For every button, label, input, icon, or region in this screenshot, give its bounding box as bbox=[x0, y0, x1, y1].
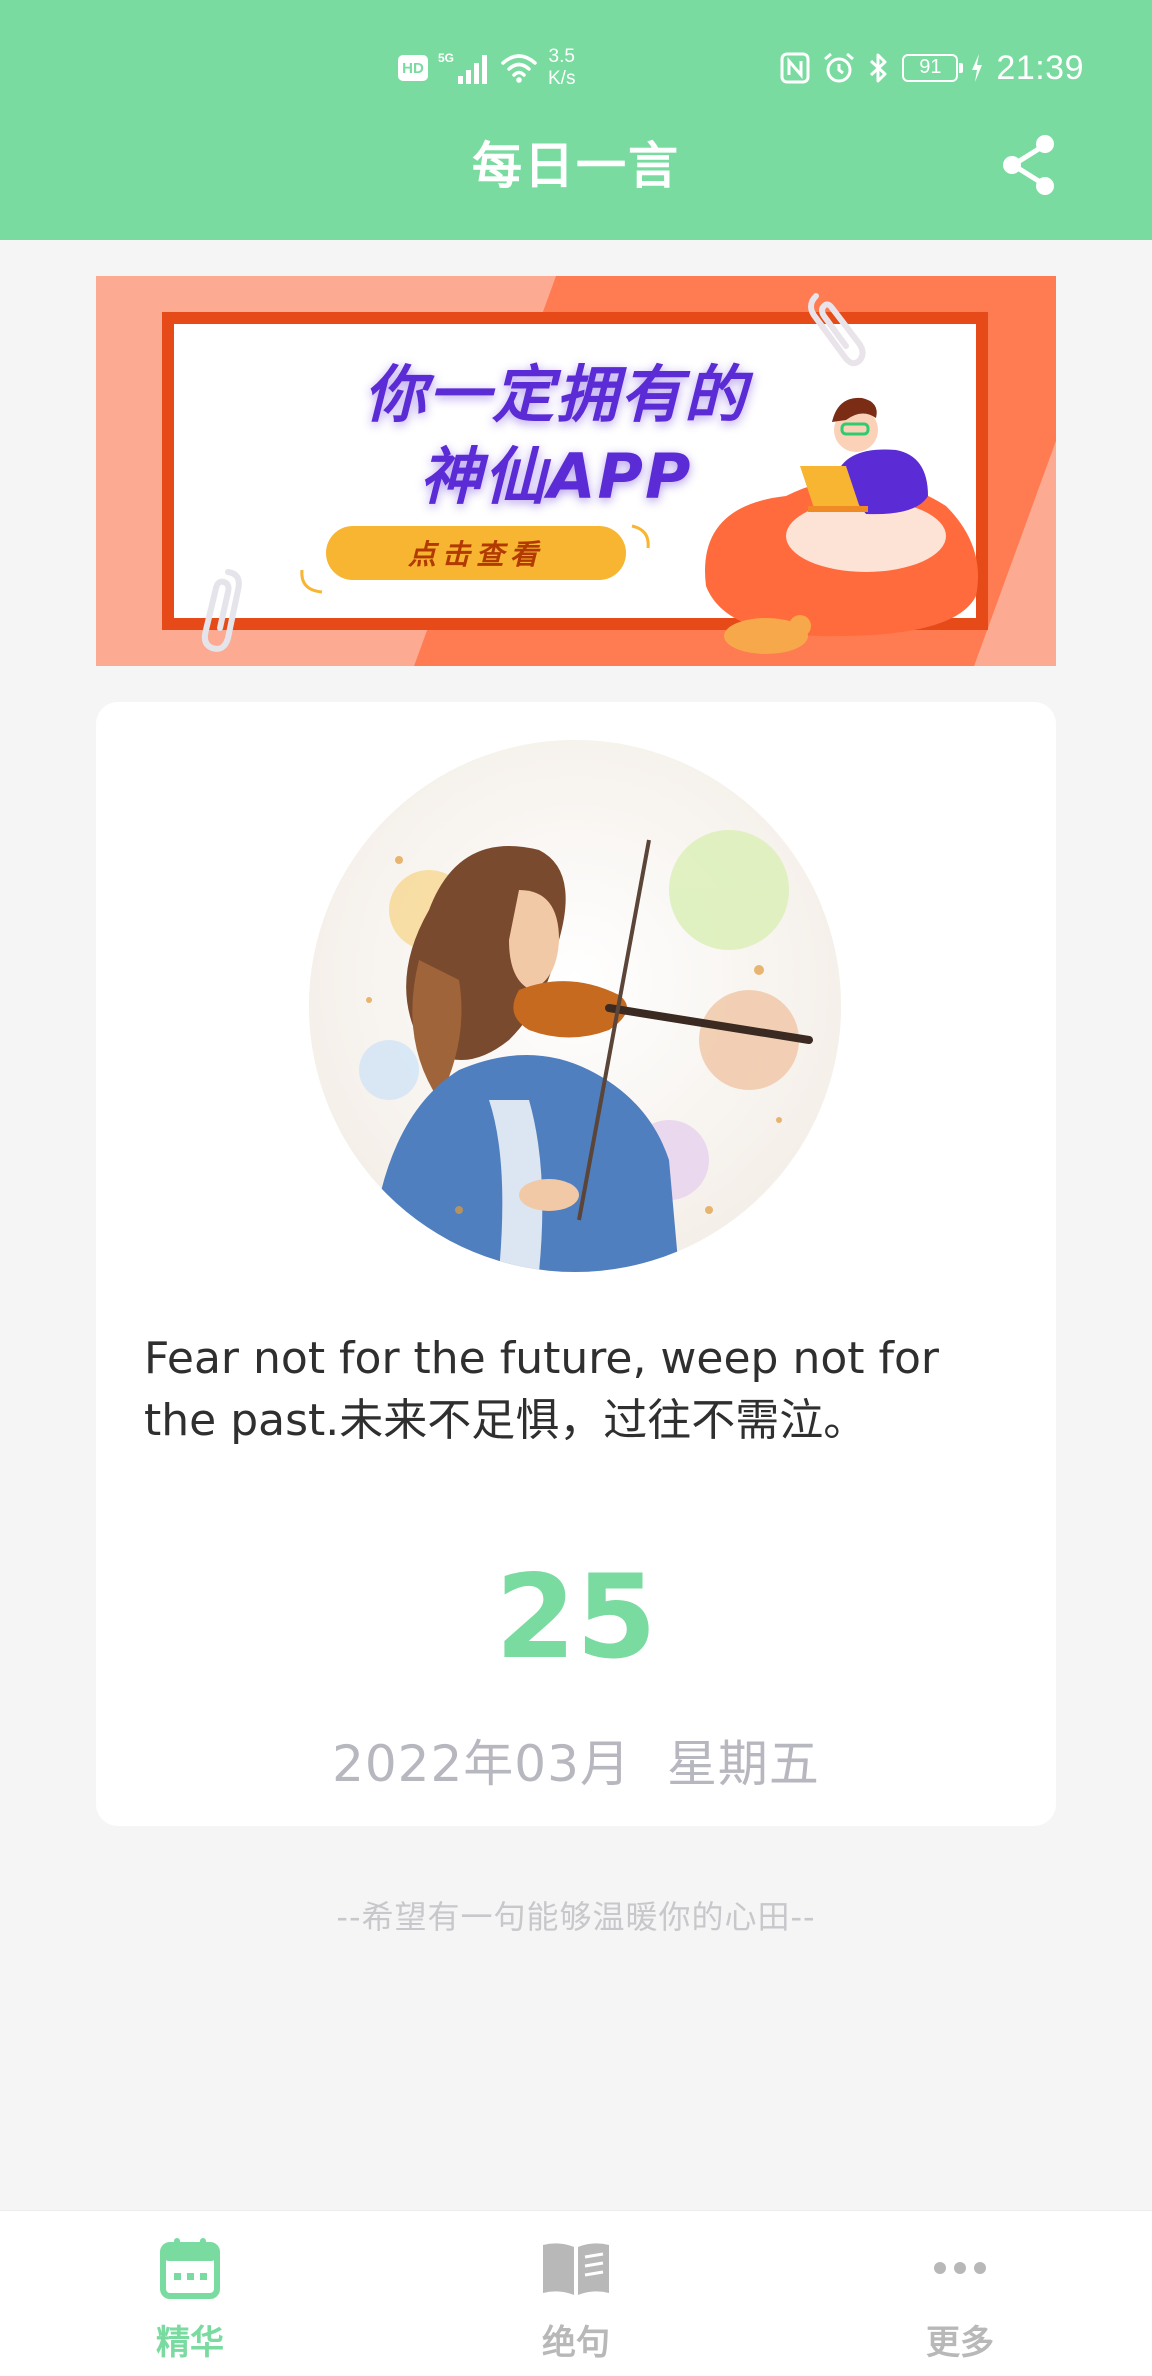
status-bar: HD 5G 3.5 K/s 91 21:39 bbox=[0, 0, 1152, 135]
nav-label-jinghua: 精华 bbox=[156, 2323, 224, 2363]
share-icon bbox=[1003, 135, 1054, 195]
nav-label-juju: 绝句 bbox=[542, 2323, 610, 2363]
wifi-icon bbox=[500, 52, 538, 84]
person-with-laptop-illustration bbox=[705, 397, 978, 654]
day-number: 25 bbox=[495, 1550, 657, 1685]
nav-item-juju[interactable]: 绝句 bbox=[476, 2211, 676, 2376]
status-bar-left: HD 5G 3.5 K/s bbox=[398, 46, 575, 90]
battery-indicator: 91 bbox=[902, 54, 964, 82]
status-bar-right: 91 21:39 bbox=[780, 46, 1084, 90]
more-dots-icon bbox=[932, 2233, 988, 2303]
banner-cta-button[interactable]: 点击查看 bbox=[326, 526, 626, 580]
nav-item-more[interactable]: 更多 bbox=[860, 2211, 1060, 2376]
app-header: HD 5G 3.5 K/s 91 21:39 每日一言 bbox=[0, 0, 1152, 240]
network-type-label: 5G bbox=[438, 51, 454, 65]
share-button[interactable] bbox=[994, 128, 1064, 202]
year-month: 2022年03月 bbox=[332, 1735, 631, 1793]
promo-banner[interactable]: 你一定拥有的 神仙APP 点击查看 bbox=[96, 276, 1056, 666]
calendar-icon bbox=[160, 2233, 220, 2303]
date-line: 2022年03月 星期五 bbox=[96, 1724, 1056, 1796]
network-speed-value: 3.5 bbox=[548, 46, 575, 67]
book-icon bbox=[541, 2233, 611, 2303]
violinist-watercolor-image bbox=[309, 740, 841, 1272]
quote-card: Fear not for the future, weep not for th… bbox=[96, 702, 1056, 1826]
bottom-navigation: 精华 绝句 更多 bbox=[0, 2210, 1152, 2376]
hd-badge: HD bbox=[398, 55, 428, 81]
paperclip-icon-2 bbox=[201, 569, 242, 652]
network-speed: 3.5 K/s bbox=[548, 46, 575, 90]
quote-text: Fear not for the future, weep not for th… bbox=[144, 1333, 940, 1446]
network-speed-unit: K/s bbox=[548, 68, 576, 89]
weekday: 星期五 bbox=[666, 1735, 820, 1793]
footer-note: --希望有一句能够温暖你的心田-- bbox=[336, 1898, 816, 1936]
bluetooth-icon bbox=[868, 51, 890, 85]
alarm-icon bbox=[822, 51, 856, 85]
nfc-icon bbox=[780, 52, 810, 84]
cellular-signal-icon: 5G bbox=[438, 50, 490, 86]
quote-photo bbox=[309, 740, 841, 1272]
nav-item-jinghua[interactable]: 精华 bbox=[90, 2211, 290, 2376]
page-title: 每日一言 bbox=[472, 137, 680, 195]
charging-icon bbox=[970, 53, 984, 83]
status-time: 21:39 bbox=[996, 48, 1084, 87]
nav-label-more: 更多 bbox=[926, 2323, 994, 2363]
